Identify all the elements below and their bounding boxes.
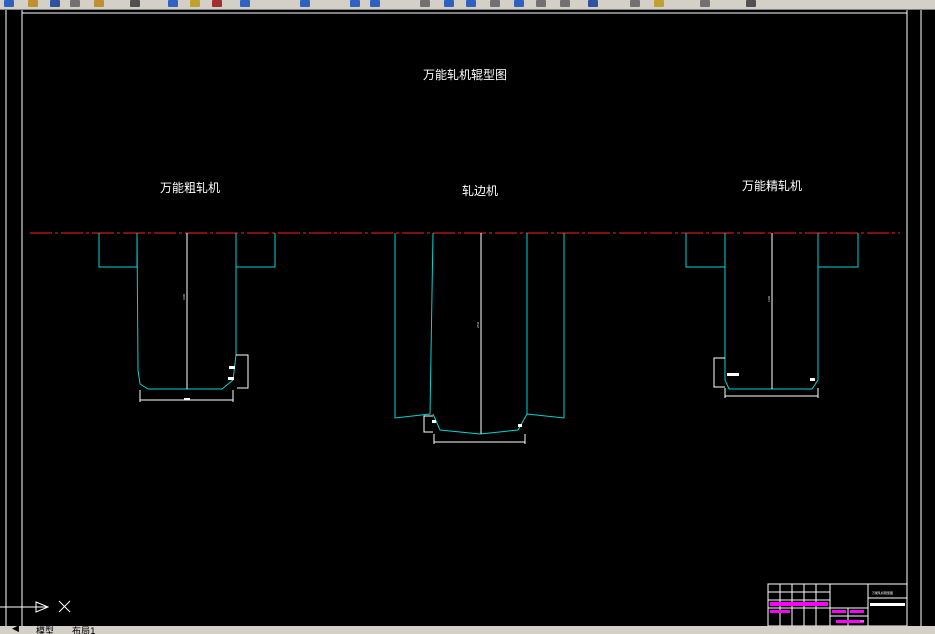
edger-dim-box-2 (518, 424, 522, 427)
layer-state-icon[interactable] (700, 0, 710, 7)
layout-tab-bar: ◀ 模型 布局1 (0, 626, 935, 634)
edger-dims (423, 233, 526, 444)
quickcalc-icon[interactable] (588, 0, 598, 7)
tab-nav-arrows[interactable]: ◀ (12, 626, 19, 634)
tool-palettes-icon[interactable] (514, 0, 524, 7)
title-block-header: 万能轧机辊型图 (872, 590, 893, 595)
title-block-code: A3 (860, 619, 864, 623)
paste-icon[interactable] (190, 0, 200, 7)
edger-profile (394, 232, 565, 435)
finish-mill-label: 万能精轧机 (742, 179, 802, 193)
preview-icon[interactable] (94, 0, 104, 7)
pan-icon[interactable] (350, 0, 360, 7)
tab-model[interactable]: 模型 (36, 626, 54, 634)
drawing-svg: 万能轧机辊型图 万能粗轧机 轧边机 万能精轧机 140 250 140 万能轧机… (0, 10, 922, 626)
dropdown-arrow-icon[interactable] (746, 0, 756, 7)
model-space-canvas[interactable]: 万能轧机辊型图 万能粗轧机 轧边机 万能精轧机 140 250 140 万能轧机… (0, 10, 935, 626)
zoom-previous-icon[interactable] (444, 0, 454, 7)
finish-mill-height-dim: 140 (767, 296, 771, 302)
open-file-icon[interactable] (28, 0, 38, 7)
markup-icon[interactable] (560, 0, 570, 7)
redo-icon[interactable] (300, 0, 310, 7)
rough-mill-dims (139, 233, 249, 402)
undo-icon[interactable] (240, 0, 250, 7)
cut-icon[interactable] (130, 0, 140, 7)
standard-toolbar (0, 0, 935, 10)
edger-dim-box-1 (432, 420, 436, 423)
ucs-icon (0, 600, 71, 613)
rough-mill-height-dim: 140 (182, 294, 186, 300)
finish-mill-dim-box-2 (810, 378, 815, 381)
zoom-realtime-icon[interactable] (370, 0, 380, 7)
rough-mill-dim-box-3 (184, 398, 190, 400)
edger-height-dim: 250 (476, 322, 480, 328)
design-center-icon[interactable] (490, 0, 500, 7)
edger-label: 轧边机 (462, 184, 498, 198)
rough-mill-dim-box-2 (228, 377, 234, 380)
properties-icon[interactable] (466, 0, 476, 7)
new-file-icon[interactable] (4, 0, 14, 7)
sheet-set-icon[interactable] (536, 0, 546, 7)
copy-icon[interactable] (168, 0, 178, 7)
print-icon[interactable] (70, 0, 80, 7)
drawing-title: 万能轧机辊型图 (423, 68, 507, 82)
help-icon[interactable] (630, 0, 640, 7)
layer-icon[interactable] (654, 0, 664, 7)
zoom-window-icon[interactable] (420, 0, 430, 7)
tab-layout1[interactable]: 布局1 (72, 626, 96, 634)
match-properties-icon[interactable] (212, 0, 222, 7)
save-icon[interactable] (50, 0, 60, 7)
rough-mill-dim-box-1 (229, 366, 235, 369)
rough-mill-label: 万能粗轧机 (160, 181, 220, 195)
finish-mill-dim-box-1 (727, 373, 739, 376)
